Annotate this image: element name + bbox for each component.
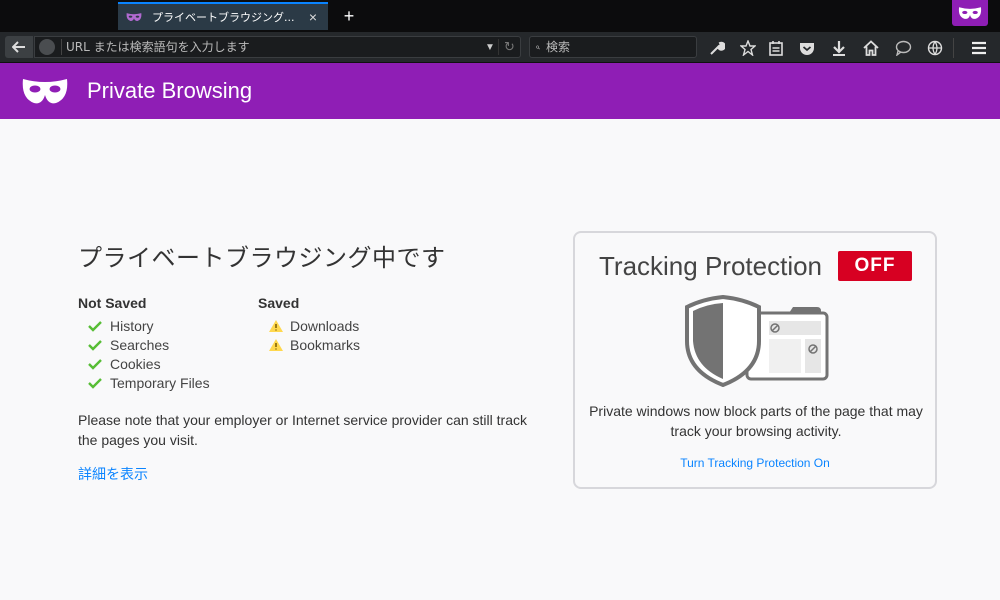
privacy-note: Please note that your employer or Intern… [78,412,527,448]
library-icon[interactable] [765,37,787,59]
warning-icon [268,319,284,333]
tracking-status-badge: OFF [838,251,912,281]
tracking-description: Private windows now block parts of the p… [589,403,923,439]
list-item: Searches [78,335,258,354]
download-icon[interactable] [828,37,850,59]
private-browsing-indicator-icon [952,0,988,26]
list-item: Bookmarks [258,335,438,354]
url-bar[interactable]: ▼ ↻ [34,36,521,58]
not-saved-title: Not Saved [78,295,147,311]
list-item: Temporary Files [78,373,258,392]
new-tab-button[interactable]: + [340,6,358,26]
tracking-protection-card: Tracking Protection OFF Private windows … [573,231,937,489]
saved-column: Saved Downloads Bookmarks [258,295,438,392]
back-button[interactable] [5,36,33,58]
shield-illustration-icon [685,295,829,387]
list-item-label: Downloads [290,317,360,334]
learn-more-link[interactable]: 詳細を表示 [78,464,148,484]
list-item: Downloads [258,316,438,335]
list-item-label: History [110,317,154,334]
list-item-label: Bookmarks [290,336,361,353]
search-input[interactable] [546,40,696,54]
checkmark-icon [88,320,104,332]
bookmark-star-icon[interactable] [737,37,759,59]
private-browsing-header: Private Browsing [0,63,1000,119]
page-title: プライベートブラウジング中です [78,244,446,272]
list-item-label: Cookies [110,355,161,372]
back-arrow-icon [12,41,25,53]
tab-close-icon[interactable]: × [306,9,320,25]
turn-tracking-protection-on-link[interactable]: Turn Tracking Protection On [575,456,935,470]
toolbar-separator [953,38,954,58]
wrench-icon[interactable] [706,37,728,59]
checkmark-icon [88,339,104,351]
dropdown-arrow-icon[interactable]: ▼ [482,42,498,53]
warning-icon [268,338,284,352]
saved-lists: Not Saved History Searches Cookies Tempo… [78,295,538,392]
home-icon[interactable] [860,37,882,59]
tab-title: プライベートブラウジング... [152,11,295,24]
not-saved-column: Not Saved History Searches Cookies Tempo… [78,295,258,392]
search-bar[interactable] [529,36,697,58]
url-input[interactable] [66,40,482,54]
header-title: Private Browsing [87,78,253,103]
list-item-label: Temporary Files [110,374,210,391]
menu-hamburger-icon[interactable] [968,37,990,59]
url-separator [61,39,62,55]
search-icon [536,45,540,49]
saved-title: Saved [258,295,300,311]
list-item: History [78,316,258,335]
chat-bubble-icon[interactable] [892,37,914,59]
list-item: Cookies [78,354,258,373]
tracking-protection-title: Tracking Protection [599,251,823,281]
private-mask-logo-icon [22,79,68,104]
globe-share-icon[interactable] [924,37,946,59]
private-info-section: プライベートブラウジング中です Not Saved History Search… [78,238,538,484]
pocket-icon[interactable] [796,37,818,59]
reload-icon[interactable]: ↻ [498,39,520,55]
checkmark-icon [88,377,104,389]
checkmark-icon [88,358,104,370]
tab-private-browsing[interactable]: プライベートブラウジング... × [118,2,328,30]
globe-icon [39,39,55,55]
list-item-label: Searches [110,336,170,353]
tab-strip: プライベートブラウジング... × + [0,0,1000,32]
private-mask-icon [126,11,142,23]
nav-toolbar: ▼ ↻ [0,32,1000,63]
